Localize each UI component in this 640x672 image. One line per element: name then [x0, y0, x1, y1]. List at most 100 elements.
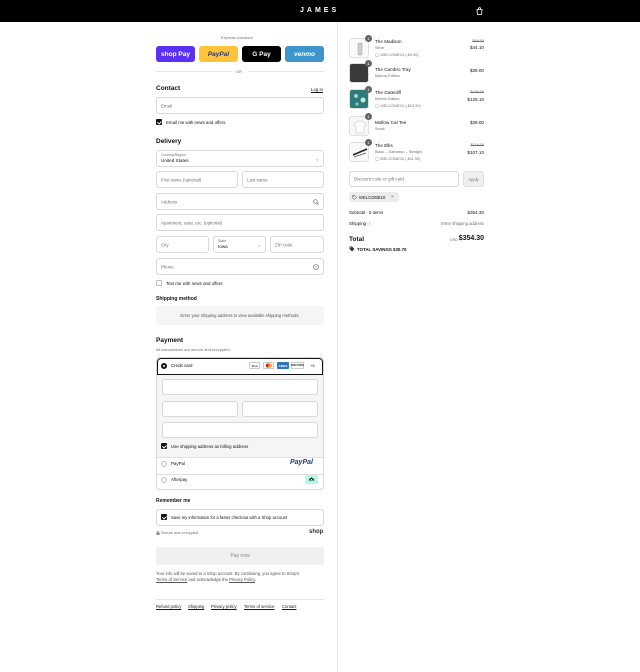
afterpay-arrows-icon — [308, 477, 315, 482]
terms-link[interactable]: Terms of Service — [156, 577, 187, 582]
email-news-checkbox[interactable] — [156, 119, 162, 125]
total-savings-value: $30.70 — [393, 247, 407, 252]
item-variant: Small — [375, 127, 385, 131]
phone-field[interactable]: Phone ? — [156, 258, 324, 275]
last-name-field[interactable]: Last name — [242, 171, 324, 188]
brand-logo[interactable]: JAMES — [300, 7, 339, 14]
card-cvv-field[interactable] — [242, 401, 318, 417]
shipping-method-placeholder: Enter your shipping address to view avai… — [156, 306, 324, 325]
or-label: OR — [236, 69, 242, 74]
first-name-field[interactable]: First name (optional) — [156, 171, 238, 188]
footer-divider — [156, 599, 324, 600]
applied-discount-chip: WELCOME10 × — [349, 192, 399, 202]
paypal-logo-icon: PayPal — [290, 459, 313, 466]
quantity-badge: 1 — [365, 86, 372, 93]
quantity-badge: 1 — [365, 139, 372, 146]
mastercard-circles-icon — [265, 363, 272, 368]
discover-icon: DISCOVER — [291, 362, 304, 369]
afterpay-label: Afterpay — [171, 477, 188, 482]
shop-pay-button[interactable]: shop Pay — [156, 46, 195, 62]
footer-link-contact[interactable]: Contact — [282, 604, 296, 609]
item-price: $39.00 — [469, 120, 484, 125]
country-select[interactable]: Country/Region United States ⌄ — [156, 150, 324, 167]
more-cards-label: +5 — [310, 363, 315, 368]
apply-button[interactable]: Apply — [463, 171, 484, 187]
item-name: The Madison — [375, 39, 402, 44]
remove-code-icon[interactable]: × — [391, 194, 394, 199]
total-value: $354.30 — [458, 235, 484, 242]
text-news-checkbox[interactable] — [156, 280, 162, 286]
column-divider — [337, 22, 338, 672]
secure-label: Secure and encrypted — [161, 531, 199, 535]
legal-end: . — [254, 577, 257, 582]
footer-link-terms[interactable]: Terms of service — [244, 604, 274, 609]
pattern-icon — [354, 94, 366, 106]
zip-field[interactable]: ZIP code — [270, 236, 324, 253]
or-divider-right — [248, 71, 324, 72]
pay-now-button[interactable]: Pay now — [156, 547, 324, 565]
privacy-link[interactable]: Privacy Policy — [229, 577, 255, 582]
express-checkout-title: Express checkout — [221, 35, 253, 40]
afterpay-radio[interactable] — [161, 477, 167, 483]
text-news-label: Text me with news and offers — [166, 281, 223, 286]
card-expiry-field[interactable] — [162, 401, 238, 417]
item-name: The Cambro Tray — [375, 67, 411, 72]
apply-label: Apply — [468, 177, 479, 182]
legal-text: Your info will be saved to a Shop accoun… — [156, 571, 324, 583]
legal-line: Your info will be saved to a Shop accoun… — [156, 571, 300, 576]
venmo-button[interactable]: venmo — [285, 46, 324, 62]
quantity-badge: 1 — [365, 35, 372, 42]
email-news-label: Email me with news and offers — [166, 120, 226, 125]
payment-heading: Payment — [156, 337, 184, 344]
item-variant: Marlow Edition — [375, 74, 400, 78]
lock-icon — [156, 531, 160, 535]
city-field[interactable]: City — [156, 236, 209, 253]
currency-label: USD — [450, 238, 459, 242]
billing-same-checkbox[interactable] — [161, 443, 167, 449]
item-discount: ◯ WELCOME10 (-$13.90) — [375, 104, 421, 108]
discount-code-field[interactable]: Discount code or gift card — [349, 171, 459, 187]
search-icon — [313, 199, 319, 205]
subtotal-value: $354.30 — [467, 210, 484, 215]
item-variant: Silver — [375, 46, 385, 50]
shipping-value: Enter shipping address — [441, 221, 484, 226]
card-name-field[interactable] — [162, 422, 318, 438]
footer-link-refund[interactable]: Refund policy — [156, 604, 181, 609]
shop-logo-icon: shop — [309, 529, 324, 535]
paypal-radio[interactable] — [161, 461, 167, 467]
item-name: The Ellis — [375, 143, 393, 148]
quantity-badge: 1 — [365, 60, 372, 67]
contact-heading: Contact — [156, 85, 181, 92]
address-field[interactable]: Address — [156, 193, 324, 210]
card-number-field[interactable] — [162, 379, 318, 395]
save-info-checkbox[interactable] — [161, 514, 167, 520]
paypal-button[interactable]: PayPal — [199, 46, 238, 62]
item-discount: ◯ WELCOME10 (-$11.90) — [375, 157, 421, 161]
shipping-label: Shipping ⓘ — [349, 221, 372, 226]
info-icon[interactable]: ⓘ — [367, 222, 371, 226]
wallet-icon — [357, 42, 363, 56]
shopping-bag-icon[interactable] — [476, 7, 483, 15]
visa-icon: Visa — [249, 362, 260, 369]
item-price: $125.10 — [467, 97, 484, 102]
footer-link-shipping[interactable]: Shipping — [188, 604, 204, 609]
tshirt-icon — [353, 120, 367, 134]
or-divider-left — [156, 71, 232, 72]
total-label: Total — [349, 236, 365, 243]
google-pay-button[interactable]: G Pay — [242, 46, 281, 62]
apartment-field[interactable]: Apartment, suite, etc. (optional) — [156, 214, 324, 231]
item-name: The Gatecliff — [375, 90, 401, 95]
amex-icon: AMEX — [277, 362, 289, 369]
help-icon[interactable]: ? — [313, 264, 319, 270]
email-field[interactable]: Email — [156, 97, 324, 114]
footer-link-privacy[interactable]: Privacy policy — [211, 604, 237, 609]
legal-and: and acknowledge the — [188, 577, 228, 582]
login-link[interactable]: Log in — [311, 87, 323, 92]
item-old-price: $49.00 — [472, 39, 484, 43]
credit-card-radio[interactable] — [161, 363, 167, 369]
shipping-method-heading: Shipping method — [156, 296, 197, 302]
state-select[interactable]: State Iowa ⌄ — [213, 236, 266, 253]
quantity-badge: 1 — [365, 113, 372, 120]
mastercard-icon — [263, 362, 274, 369]
remember-me-heading: Remember me — [156, 498, 191, 504]
